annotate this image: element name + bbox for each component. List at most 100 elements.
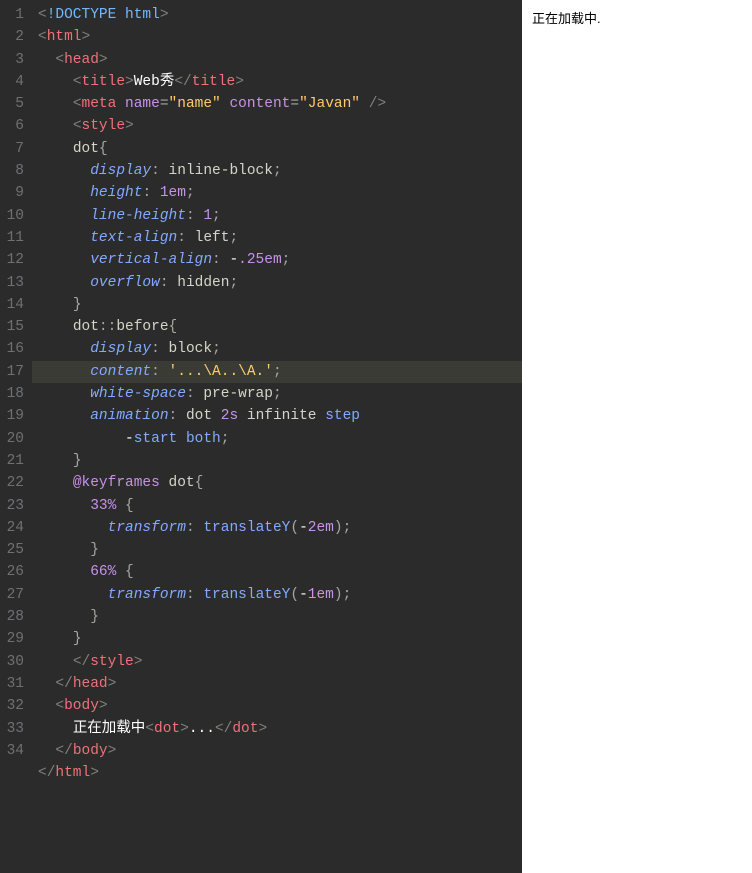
line-number: 26: [4, 561, 24, 583]
code-token: >: [258, 721, 267, 737]
line-number: 4: [4, 71, 24, 93]
code-token: body: [73, 743, 108, 759]
code-token: />: [360, 96, 386, 112]
preview-pane: 正在加载中.: [522, 0, 752, 873]
line-number: 29: [4, 628, 24, 650]
code-line[interactable]: }: [38, 294, 522, 316]
code-line[interactable]: }: [38, 450, 522, 472]
code-token: :: [169, 408, 186, 424]
code-line[interactable]: <!DOCTYPE html>: [38, 4, 522, 26]
line-number: 17: [4, 361, 24, 383]
code-token: head: [64, 52, 99, 68]
code-token: 1: [160, 185, 169, 201]
code-line[interactable]: -start both;: [38, 428, 522, 450]
code-line[interactable]: <html>: [38, 26, 522, 48]
code-token: style: [82, 118, 126, 134]
code-line[interactable]: }: [38, 539, 522, 561]
code-line[interactable]: </body>: [38, 740, 522, 762]
code-line[interactable]: content: '...\A..\A.';: [38, 361, 522, 383]
code-line[interactable]: dot{: [38, 138, 522, 160]
code-token: :: [177, 230, 194, 246]
code-token: animation: [90, 408, 168, 424]
code-line[interactable]: text-align: left;: [38, 227, 522, 249]
code-line[interactable]: <body>: [38, 695, 522, 717]
code-line[interactable]: }: [38, 628, 522, 650]
code-line[interactable]: 33% {: [38, 495, 522, 517]
code-token: 1: [203, 208, 212, 224]
code-token: </: [215, 721, 232, 737]
code-line[interactable]: transform: translateY(-2em);: [38, 517, 522, 539]
code-line[interactable]: <style>: [38, 115, 522, 137]
code-line[interactable]: transform: translateY(-1em);: [38, 584, 522, 606]
code-line[interactable]: }: [38, 606, 522, 628]
code-token: infinite: [238, 408, 325, 424]
code-line[interactable]: </html>: [38, 762, 522, 784]
code-content-area[interactable]: <!DOCTYPE html><html> <head> <title>Web秀…: [32, 0, 522, 873]
code-line[interactable]: animation: dot 2s infinite step: [38, 405, 522, 427]
code-token: ;: [273, 163, 282, 179]
code-token: name: [125, 96, 160, 112]
code-token: dot: [186, 408, 221, 424]
code-line[interactable]: vertical-align: -.25em;: [38, 249, 522, 271]
line-number: 8: [4, 160, 24, 182]
line-number: 22: [4, 472, 24, 494]
code-token: title: [192, 74, 236, 90]
code-token: {: [116, 564, 133, 580]
code-token: {: [99, 141, 108, 157]
code-token: <: [73, 118, 82, 134]
code-token: body: [64, 698, 99, 714]
line-number: 32: [4, 695, 24, 717]
code-token: 正在加载中: [73, 721, 146, 737]
code-token: step: [325, 408, 360, 424]
code-line[interactable]: </head>: [38, 673, 522, 695]
line-number: 5: [4, 93, 24, 115]
line-number: 14: [4, 294, 24, 316]
line-number: 25: [4, 539, 24, 561]
code-token: -: [229, 252, 238, 268]
code-token: title: [82, 74, 126, 90]
code-token: transform: [108, 520, 186, 536]
code-token: dot: [73, 141, 99, 157]
code-line[interactable]: display: inline-block;: [38, 160, 522, 182]
code-token: ;: [221, 431, 230, 447]
code-token: block: [169, 341, 213, 357]
code-token: :: [151, 163, 168, 179]
code-token: <: [55, 52, 64, 68]
code-token: </: [73, 654, 90, 670]
code-line[interactable]: 正在加载中<dot>...</dot>: [38, 718, 522, 740]
code-line[interactable]: overflow: hidden;: [38, 272, 522, 294]
code-token: hidden: [177, 275, 229, 291]
code-line[interactable]: 66% {: [38, 561, 522, 583]
code-token: content: [90, 364, 151, 380]
code-line[interactable]: line-height: 1;: [38, 205, 522, 227]
line-number: 28: [4, 606, 24, 628]
code-line[interactable]: @keyframes dot{: [38, 472, 522, 494]
code-token: dot: [73, 319, 99, 335]
code-token: :: [186, 587, 203, 603]
code-token: >: [99, 698, 108, 714]
code-token: :: [151, 341, 168, 357]
code-line[interactable]: <meta name="name" content="Javan" />: [38, 93, 522, 115]
line-number: 15: [4, 316, 24, 338]
code-token: translateY: [203, 520, 290, 536]
code-line[interactable]: </style>: [38, 651, 522, 673]
code-token: >: [82, 29, 91, 45]
code-token: before: [116, 319, 168, 335]
line-number: 23: [4, 495, 24, 517]
code-line[interactable]: <head>: [38, 49, 522, 71]
code-token: ;: [186, 185, 195, 201]
code-editor-pane[interactable]: 1234567891011121314151617181920212223242…: [0, 0, 522, 873]
code-line[interactable]: white-space: pre-wrap;: [38, 383, 522, 405]
code-token: ;: [282, 252, 291, 268]
code-line[interactable]: <title>Web秀</title>: [38, 71, 522, 93]
code-token: dot: [160, 475, 195, 491]
line-number: 9: [4, 182, 24, 204]
code-line[interactable]: dot::before{: [38, 316, 522, 338]
code-line[interactable]: height: 1em;: [38, 182, 522, 204]
code-token: style: [90, 654, 134, 670]
code-token: (: [290, 587, 299, 603]
code-token: <: [38, 29, 47, 45]
line-number: 20: [4, 428, 24, 450]
code-line[interactable]: display: block;: [38, 338, 522, 360]
code-token: }: [73, 453, 82, 469]
